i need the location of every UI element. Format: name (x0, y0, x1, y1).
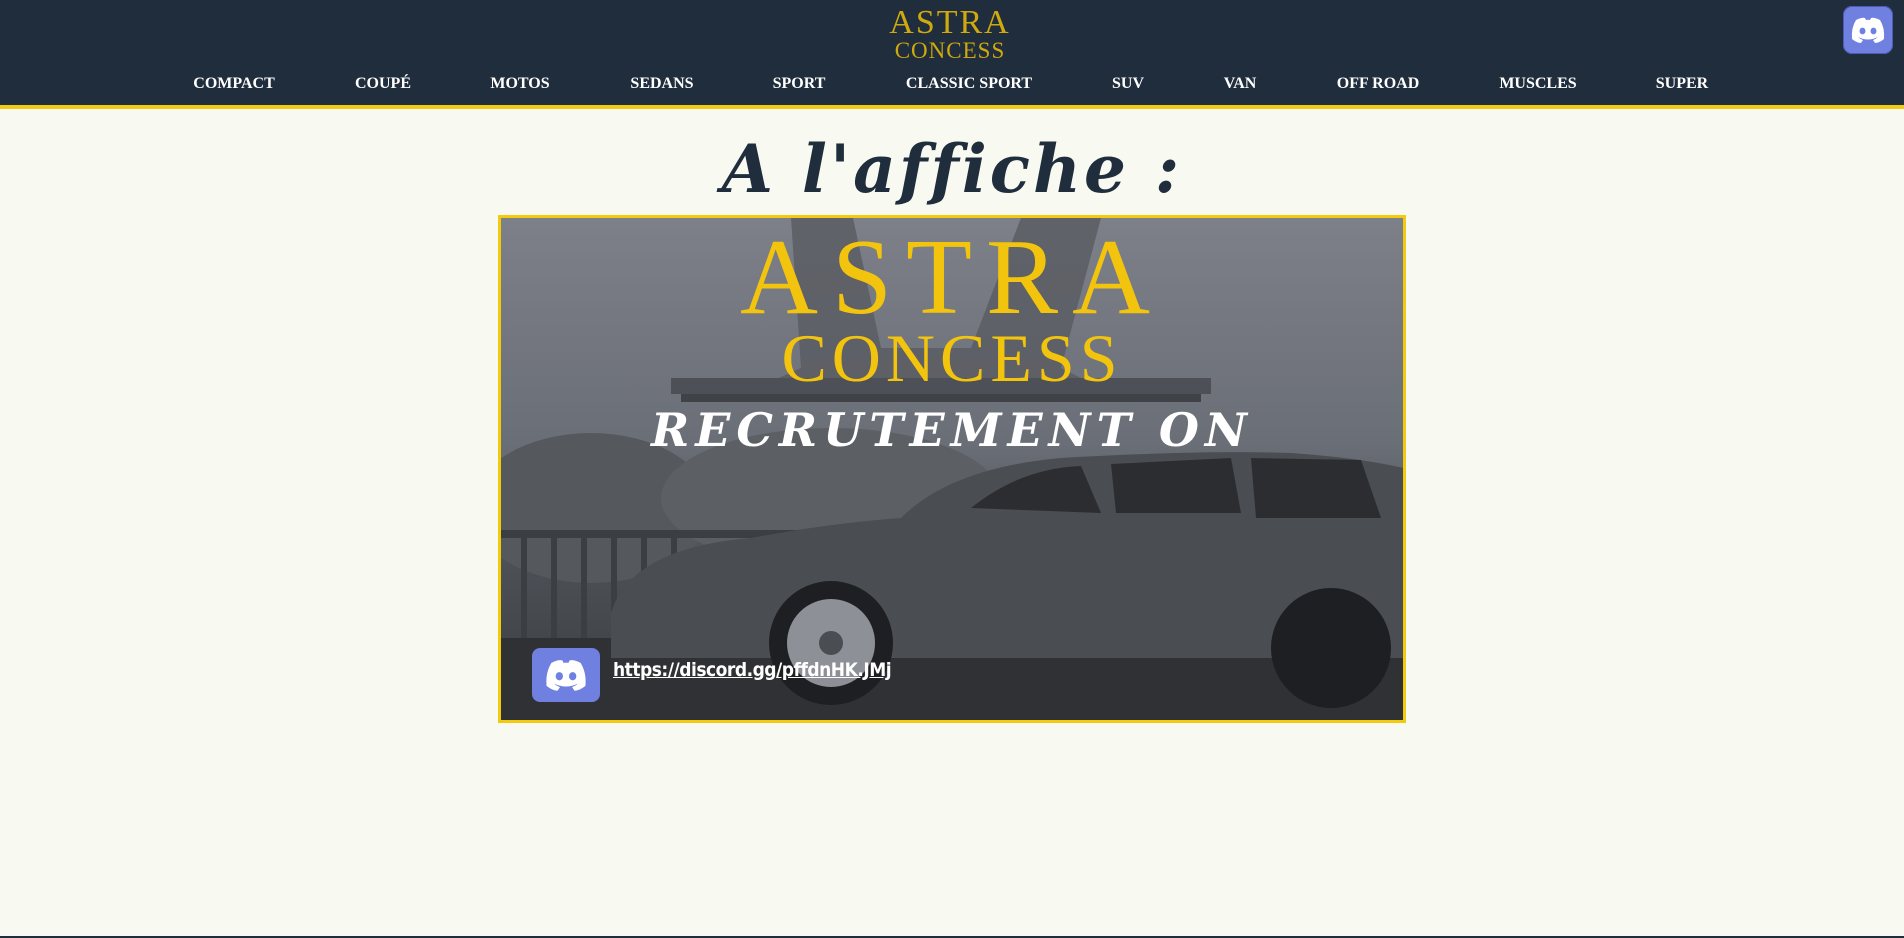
nav-item-sport[interactable]: SPORT (773, 75, 826, 93)
logo-line-2: CONCESS (894, 38, 1006, 63)
page-heading: A l'affiche : (721, 130, 1183, 208)
nav-item-super[interactable]: SUPER (1656, 75, 1708, 93)
poster-title: RECRUTEMENT ON (651, 403, 1253, 457)
poster-discord-badge (532, 648, 600, 702)
nav-item-off-road[interactable]: OFF ROAD (1337, 75, 1420, 93)
nav-item-suv[interactable]: SUV (1112, 75, 1144, 93)
category-nav: COMPACT COUPÉ MOTOS SEDANS SPORT CLASSIC… (0, 75, 1904, 97)
nav-item-sedans[interactable]: SEDANS (630, 75, 693, 93)
site-logo[interactable]: ASTRA CONCESS (880, 4, 1020, 63)
nav-item-motos[interactable]: MOTOS (490, 75, 549, 93)
discord-icon (1851, 17, 1885, 43)
nav-item-classic-sport[interactable]: CLASSIC SPORT (906, 75, 1032, 93)
poster-brand-line-1: ASTRA (739, 218, 1165, 337)
nav-item-muscles[interactable]: MUSCLES (1499, 75, 1576, 93)
featured-poster[interactable]: ASTRA CONCESS RECRUTEMENT ON https://dis… (498, 215, 1406, 723)
discord-invite-link[interactable]: https://discord.gg/pffdnHK.JMj (613, 659, 892, 681)
poster-brand: ASTRA CONCESS (501, 218, 1403, 396)
nav-item-van[interactable]: VAN (1224, 75, 1257, 93)
nav-item-coupe[interactable]: COUPÉ (355, 75, 411, 93)
logo-line-1: ASTRA (889, 4, 1011, 41)
discord-icon (546, 660, 586, 691)
site-header: ASTRA CONCESS COMPACT COUPÉ MOTOS SEDANS… (0, 0, 1904, 109)
nav-item-compact[interactable]: COMPACT (193, 75, 274, 93)
poster-brand-line-2: CONCESS (781, 320, 1123, 396)
discord-button[interactable] (1843, 6, 1893, 54)
